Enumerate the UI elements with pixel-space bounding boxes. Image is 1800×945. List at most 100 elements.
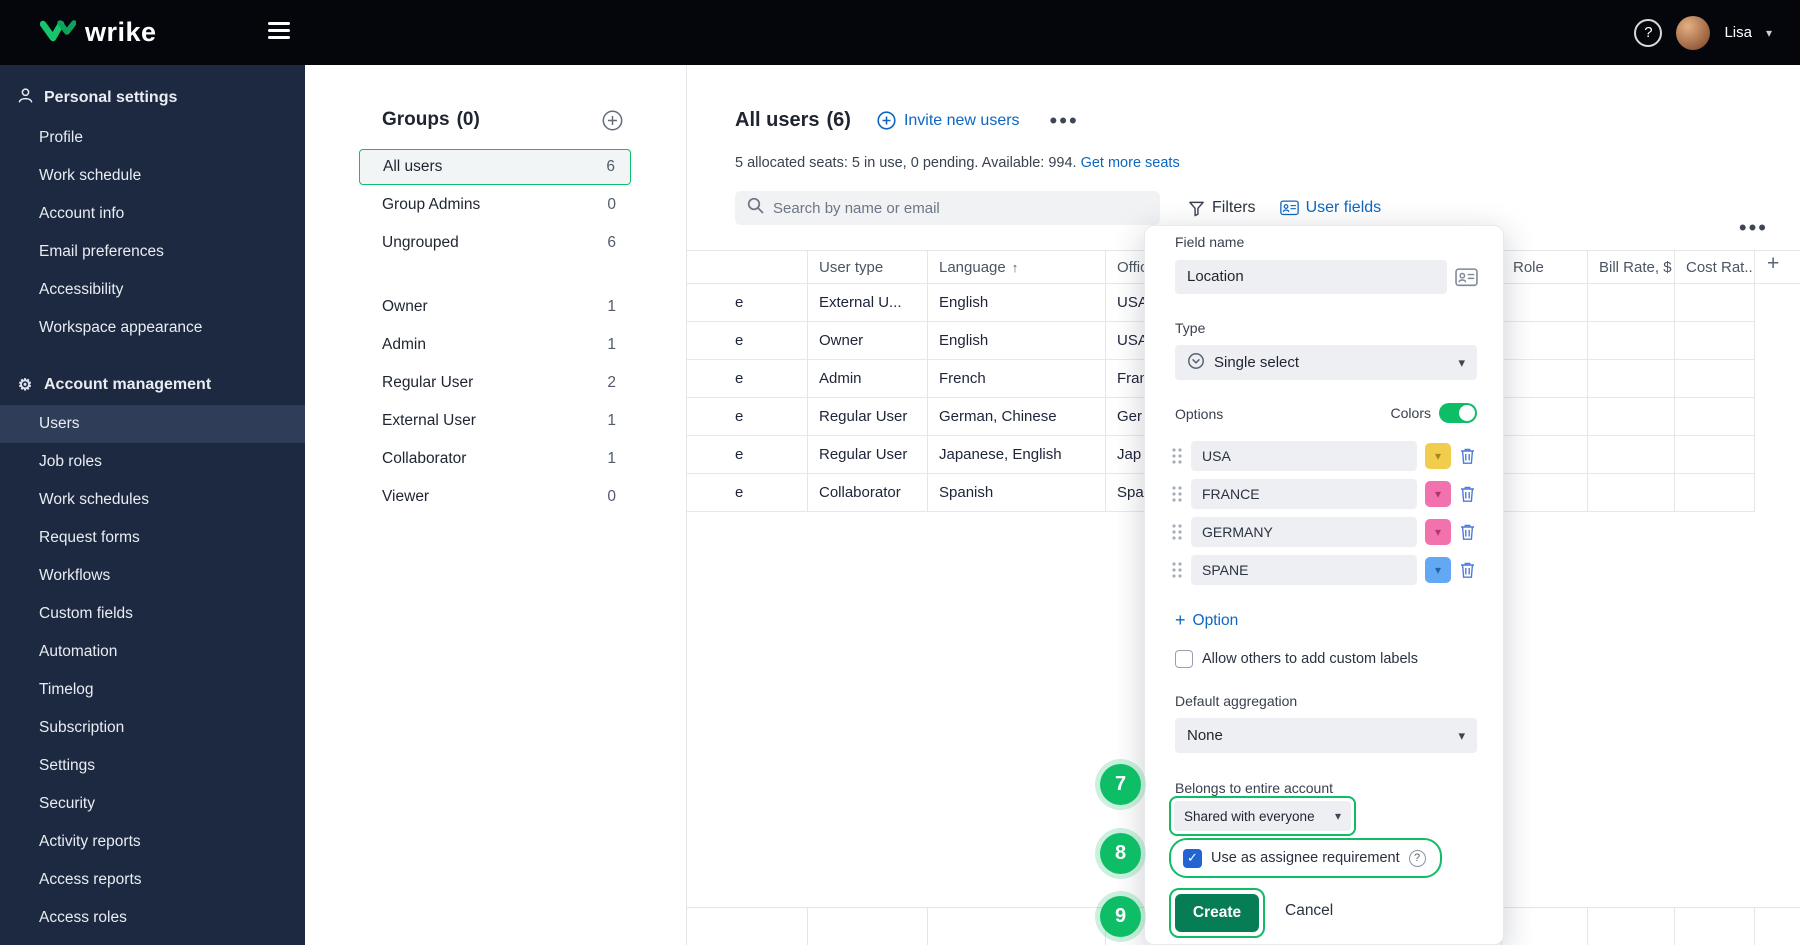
filters-button[interactable]: Filters — [1188, 199, 1256, 217]
field-name-input[interactable]: Location — [1175, 260, 1447, 294]
user-fields-button[interactable]: User fields — [1279, 199, 1381, 217]
trash-icon[interactable] — [1459, 561, 1479, 579]
search-box[interactable] — [735, 191, 1160, 225]
role-item-owner[interactable]: Owner 1 — [359, 289, 631, 325]
cell-name[interactable]: e — [723, 398, 807, 436]
cell-name[interactable]: e — [723, 474, 807, 512]
option-color-dropdown[interactable]: ▾ — [1425, 481, 1451, 507]
column-header-bill-rate[interactable]: Bill Rate, $ — [1587, 251, 1674, 285]
cell-user-type[interactable]: Admin — [807, 360, 927, 398]
cell-bill-rate[interactable] — [1587, 436, 1674, 474]
column-header[interactable] — [687, 251, 807, 285]
contact-card-icon[interactable] — [1455, 268, 1478, 292]
cell-cost-rate[interactable] — [1674, 398, 1754, 436]
trash-icon[interactable] — [1459, 447, 1479, 465]
sidebar-item-settings[interactable]: Settings — [0, 747, 305, 785]
trash-icon[interactable] — [1459, 485, 1479, 503]
cell-cost-rate[interactable] — [1674, 474, 1754, 512]
role-item-viewer[interactable]: Viewer 0 — [359, 479, 631, 515]
cell-language[interactable]: Spanish — [927, 474, 1105, 512]
chevron-down-icon[interactable]: ▾ — [1766, 26, 1772, 40]
cell-bill-rate[interactable] — [1587, 360, 1674, 398]
add-group-icon[interactable] — [602, 110, 623, 131]
add-column-icon[interactable]: + — [1767, 252, 1779, 276]
column-header-cost-rate[interactable]: Cost Rat... — [1674, 251, 1754, 285]
group-item-ungrouped[interactable]: Ungrouped 6 — [359, 225, 631, 261]
belongs-select[interactable]: Shared with everyone ▾ — [1174, 801, 1351, 831]
type-select[interactable]: Single select ▾ — [1175, 345, 1477, 380]
sidebar-item-request-forms[interactable]: Request forms — [0, 519, 305, 557]
cell-language[interactable]: German, Chinese — [927, 398, 1105, 436]
cell-name[interactable]: e — [723, 284, 807, 322]
cell-cost-rate[interactable] — [1674, 360, 1754, 398]
drag-handle-icon[interactable] — [1171, 485, 1183, 503]
sidebar-item-job-roles[interactable]: Job roles — [0, 443, 305, 481]
cell-language[interactable]: Japanese, English — [927, 436, 1105, 474]
sidebar-item-access-roles[interactable]: Access roles — [0, 899, 305, 937]
checkbox-checked[interactable]: ✓ — [1183, 848, 1202, 868]
sidebar-item-email-preferences[interactable]: Email preferences — [0, 233, 305, 271]
colors-toggle[interactable] — [1439, 403, 1477, 423]
more-icon[interactable]: ••• — [1050, 109, 1079, 131]
get-more-seats-link[interactable]: Get more seats — [1081, 155, 1180, 171]
drag-handle-icon[interactable] — [1171, 561, 1183, 579]
create-button[interactable]: Create — [1175, 894, 1259, 932]
sidebar-item-workflows[interactable]: Workflows — [0, 557, 305, 595]
sidebar-item-accessibility[interactable]: Accessibility — [0, 271, 305, 309]
group-item-all-users[interactable]: All users 6 — [359, 149, 631, 185]
column-header-language[interactable]: Language ↑ — [927, 251, 1105, 285]
add-option-button[interactable]: + Option — [1175, 610, 1238, 631]
sidebar-item-subscription[interactable]: Subscription — [0, 709, 305, 747]
cell-bill-rate[interactable] — [1587, 284, 1674, 322]
cancel-button[interactable]: Cancel — [1285, 902, 1333, 920]
sidebar-item-work-schedule[interactable]: Work schedule — [0, 157, 305, 195]
cell-role[interactable] — [1501, 474, 1587, 512]
sidebar-item-custom-fields[interactable]: Custom fields — [0, 595, 305, 633]
option-label-input[interactable]: USA — [1191, 441, 1417, 471]
group-item-group-admins[interactable]: Group Admins 0 — [359, 187, 631, 223]
cell-name[interactable]: e — [723, 360, 807, 398]
cell-bill-rate[interactable] — [1587, 474, 1674, 512]
sidebar-item-automation[interactable]: Automation — [0, 633, 305, 671]
cell-role[interactable] — [1501, 436, 1587, 474]
option-label-input[interactable]: SPANE — [1191, 555, 1417, 585]
cell-role[interactable] — [1501, 322, 1587, 360]
cell-user-type[interactable]: Regular User — [807, 398, 927, 436]
role-item-collaborator[interactable]: Collaborator 1 — [359, 441, 631, 477]
table-more-icon[interactable]: ••• — [1739, 215, 1768, 241]
cell-user-type[interactable]: Regular User — [807, 436, 927, 474]
cell-role[interactable] — [1501, 398, 1587, 436]
allow-custom-labels-row[interactable]: Allow others to add custom labels — [1175, 650, 1418, 668]
role-item-admin[interactable]: Admin 1 — [359, 327, 631, 363]
cell-language[interactable]: French — [927, 360, 1105, 398]
cell-user-type[interactable]: Owner — [807, 322, 927, 360]
search-input[interactable] — [773, 199, 1148, 217]
sidebar-item-profile[interactable]: Profile — [0, 119, 305, 157]
avatar[interactable] — [1676, 15, 1711, 50]
option-label-input[interactable]: GERMANY — [1191, 517, 1417, 547]
sidebar-item-workspace-appearance[interactable]: Workspace appearance — [0, 309, 305, 347]
column-header-user-type[interactable]: User type — [807, 251, 927, 285]
cell-name[interactable]: e — [723, 322, 807, 360]
sidebar-item-users[interactable]: Users — [0, 405, 305, 443]
cell-role[interactable] — [1501, 284, 1587, 322]
option-color-dropdown[interactable]: ▾ — [1425, 557, 1451, 583]
role-item-external-user[interactable]: External User 1 — [359, 403, 631, 439]
cell-user-type[interactable]: Collaborator — [807, 474, 927, 512]
sidebar-item-access-reports[interactable]: Access reports — [0, 861, 305, 899]
drag-handle-icon[interactable] — [1171, 447, 1183, 465]
user-name[interactable]: Lisa — [1724, 24, 1752, 41]
help-icon[interactable]: ? — [1408, 849, 1426, 867]
role-item-regular-user[interactable]: Regular User 2 — [359, 365, 631, 401]
sidebar-item-activity-reports[interactable]: Activity reports — [0, 823, 305, 861]
cell-language[interactable]: English — [927, 284, 1105, 322]
option-color-dropdown[interactable]: ▾ — [1425, 519, 1451, 545]
sidebar-item-user-types[interactable]: User types — [0, 937, 305, 945]
cell-name[interactable]: e — [723, 436, 807, 474]
cell-user-type[interactable]: External U... — [807, 284, 927, 322]
assignee-requirement-row[interactable]: ✓ Use as assignee requirement ? — [1175, 842, 1434, 874]
checkbox-unchecked[interactable] — [1175, 650, 1193, 668]
trash-icon[interactable] — [1459, 523, 1479, 541]
wrike-logo[interactable]: wrike — [39, 17, 157, 49]
cell-language[interactable]: English — [927, 322, 1105, 360]
